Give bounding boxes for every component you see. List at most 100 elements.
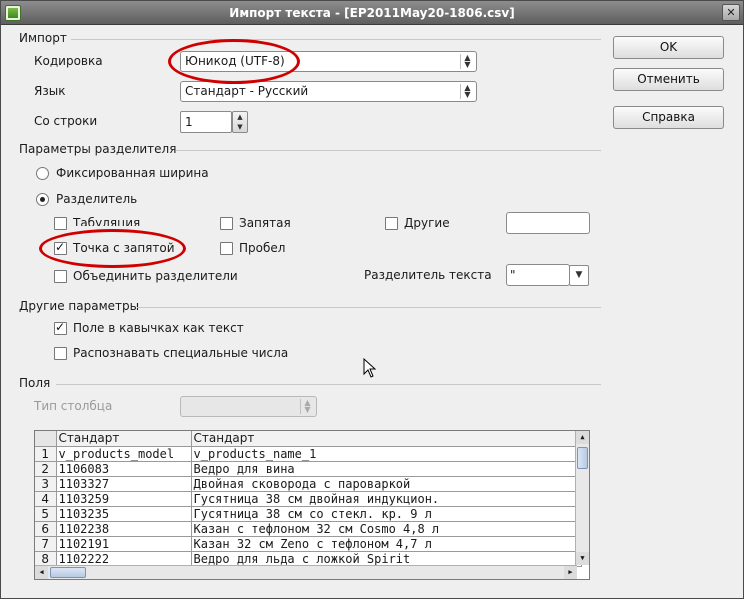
from-row-value: 1	[185, 115, 193, 129]
table-row: 7 1102191 Казан 32 см Zeno с тефлоном 4,…	[35, 536, 582, 552]
merge-delimiters-label: Объединить разделители	[73, 269, 238, 283]
text-delimiter-label: Разделитель текста	[364, 268, 492, 282]
spin-arrows-icon[interactable]: ▲ ▼	[232, 111, 248, 133]
tab-checkbox[interactable]	[54, 217, 67, 230]
table-row: 1 v_products_model v_products_name_1	[35, 446, 582, 462]
close-button[interactable]: ✕	[722, 4, 740, 21]
scroll-down-icon[interactable]: ▼	[576, 552, 589, 565]
separated-by-label: Разделитель	[56, 192, 138, 206]
text-delimiter-value: "	[510, 268, 516, 282]
language-select[interactable]: Стандарт - Русский ▲ ▼	[180, 81, 477, 102]
row-number: 5	[35, 506, 57, 522]
row-number: 6	[35, 521, 57, 537]
import-text-dialog: Импорт текста - [EP2011May20-1806.csv] ✕…	[0, 0, 744, 599]
row-number: 2	[35, 461, 57, 477]
table-row: 4 1103259 Гусятница 38 см двойная индукц…	[35, 491, 582, 507]
section-fields: Поля	[19, 376, 51, 390]
horizontal-scrollbar[interactable]: ◀ ▶	[35, 565, 577, 579]
space-checkbox[interactable]	[220, 242, 233, 255]
table-row: 3 1103327 Двойная сковорода с пароваркой	[35, 476, 582, 492]
merge-delimiters-checkbox[interactable]	[54, 270, 67, 283]
ok-button[interactable]: OK	[613, 36, 724, 59]
table-cell: Казан с тефлоном 32 см Cosmo 4,8 л	[191, 521, 582, 537]
preview-grid[interactable]: Стандарт Стандарт 1 v_products_model v_p…	[34, 430, 590, 580]
table-cell: 1102191	[56, 536, 192, 552]
updown-arrows-icon: ▲ ▼	[460, 54, 474, 69]
table-cell: 1103259	[56, 491, 192, 507]
table-cell: 1103235	[56, 506, 192, 522]
quoted-as-text-label: Поле в кавычках как текст	[73, 321, 244, 335]
fixed-width-label: Фиксированная ширина	[56, 166, 209, 180]
section-import: Импорт	[19, 31, 67, 45]
scroll-up-icon[interactable]: ▲	[576, 431, 589, 444]
cancel-button[interactable]: Отменить	[613, 68, 724, 91]
updown-arrows-icon: ▲ ▼	[300, 399, 314, 414]
table-cell: 1102222	[56, 551, 192, 567]
table-row: 8 1102222 Ведро для льда с ложкой Spirit	[35, 551, 582, 567]
mouse-cursor-icon	[363, 358, 377, 378]
table-cell: v_products_name_1	[191, 446, 582, 462]
section-divider	[71, 39, 601, 40]
text-delimiter-input[interactable]: "	[506, 264, 570, 286]
encoding-label: Кодировка	[34, 54, 103, 68]
section-divider	[176, 150, 601, 151]
column-type-label: Тип столбца	[34, 399, 113, 413]
row-number: 4	[35, 491, 57, 507]
corner-cell[interactable]	[35, 431, 57, 447]
preview-table: Стандарт Стандарт 1 v_products_model v_p…	[35, 431, 582, 567]
column-header[interactable]: Стандарт	[191, 431, 582, 447]
row-number: 8	[35, 551, 57, 567]
table-cell: Ведро для льда с ложкой Spirit	[191, 551, 582, 567]
updown-arrows-icon: ▲ ▼	[460, 84, 474, 99]
row-number: 1	[35, 446, 57, 462]
tab-label: Табуляция	[73, 216, 141, 226]
table-row: 6 1102238 Казан с тефлоном 32 см Cosmo 4…	[35, 521, 582, 537]
header-row: Стандарт Стандарт	[35, 431, 582, 447]
quoted-as-text-checkbox[interactable]	[54, 320, 67, 335]
section-separator-options: Параметры разделителя	[19, 142, 177, 156]
table-row: 5 1103235 Гусятница 38 см со стекл. кр. …	[35, 506, 582, 522]
row-number: 3	[35, 476, 57, 492]
other-separator-input[interactable]	[506, 212, 590, 234]
fixed-width-radio[interactable]	[36, 167, 49, 180]
scroll-right-icon[interactable]: ▶	[564, 566, 577, 579]
detect-special-numbers-checkbox[interactable]	[54, 347, 67, 360]
annotation-ellipse-semicolon	[39, 229, 186, 268]
section-divider	[56, 384, 601, 385]
app-icon	[5, 5, 21, 21]
section-other-options: Другие параметры	[19, 299, 140, 313]
language-value: Стандарт - Русский	[185, 84, 309, 98]
scroll-thumb[interactable]	[577, 447, 588, 469]
scroll-left-icon[interactable]: ◀	[35, 566, 48, 579]
from-row-label: Со строки	[34, 114, 98, 128]
table-cell: Гусятница 38 см со стекл. кр. 9 л	[191, 506, 582, 522]
title-bar[interactable]: Импорт текста - [EP2011May20-1806.csv] ✕	[1, 1, 743, 25]
table-cell: v_products_model	[56, 446, 192, 462]
annotation-ellipse-encoding	[168, 39, 300, 84]
chevron-down-icon[interactable]: ▼	[569, 265, 589, 286]
language-label: Язык	[34, 84, 66, 98]
other-checkbox[interactable]	[385, 217, 398, 230]
table-cell: 1102238	[56, 521, 192, 537]
table-cell: Гусятница 38 см двойная индукцион.	[191, 491, 582, 507]
table-cell: 1103327	[56, 476, 192, 492]
space-label: Пробел	[239, 241, 286, 255]
detect-special-numbers-label: Распознавать специальные числа	[73, 346, 289, 360]
separated-by-radio[interactable]	[36, 193, 49, 206]
comma-label: Запятая	[239, 216, 291, 230]
column-header[interactable]: Стандарт	[56, 431, 192, 447]
column-type-select[interactable]: ▲ ▼	[180, 396, 317, 417]
other-label: Другие	[404, 216, 450, 230]
vertical-scrollbar[interactable]: ▲ ▼	[575, 431, 589, 565]
comma-checkbox[interactable]	[220, 217, 233, 230]
section-divider	[137, 307, 601, 308]
row-number: 7	[35, 536, 57, 552]
help-button[interactable]: Справка	[613, 106, 724, 129]
scroll-thumb[interactable]	[50, 567, 86, 578]
table-cell: Казан 32 см Zeno с тефлоном 4,7 л	[191, 536, 582, 552]
table-row: 2 1106083 Ведро для вина	[35, 461, 582, 477]
window-title: Импорт текста - [EP2011May20-1806.csv]	[229, 6, 515, 20]
table-cell: Двойная сковорода с пароваркой	[191, 476, 582, 492]
table-cell: 1106083	[56, 461, 192, 477]
from-row-spinner[interactable]: 1 ▲ ▼	[180, 111, 248, 133]
